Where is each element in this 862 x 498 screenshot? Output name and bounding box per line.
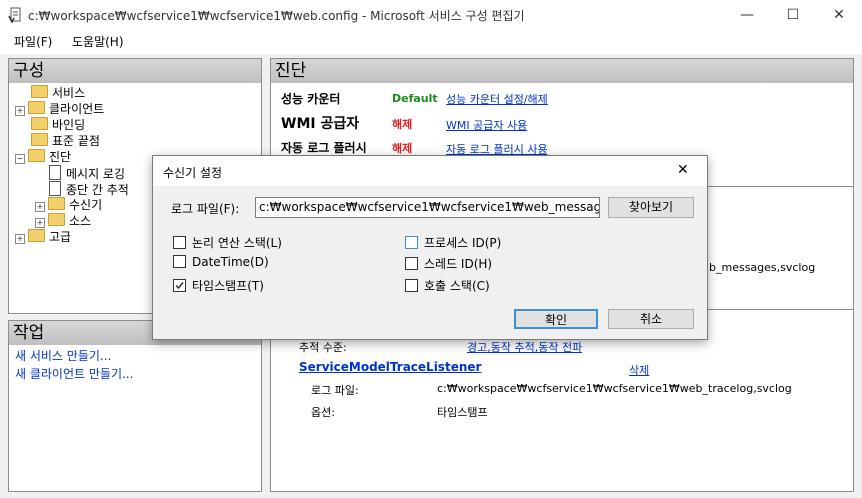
browse-button[interactable]: 찾아보기 — [608, 197, 694, 218]
tree-item-services[interactable]: 서비스 — [15, 85, 129, 101]
option-process-id[interactable]: 프로세스 ID(P) — [405, 234, 501, 251]
listener-name-link[interactable]: ServiceModelTraceListener — [299, 360, 481, 374]
auto-flush-label: 자동 로그 플러시 — [281, 141, 367, 155]
perf-counters-link[interactable]: 성능 카운터 설정/해제 — [446, 91, 548, 107]
checkbox-icon[interactable] — [405, 236, 418, 249]
tasks-panel: 작업 새 서비스 만들기... 새 클라이언트 만들기... — [8, 320, 262, 492]
expand-icon[interactable]: + — [15, 106, 25, 116]
option-thread-id[interactable]: 스레드 ID(H) — [405, 255, 492, 272]
dialog-title: 수신기 설정 — [163, 166, 223, 180]
delete-link[interactable]: 삭제 — [629, 362, 649, 378]
wmi-value: 해제 — [392, 118, 413, 131]
folder-icon — [48, 213, 65, 226]
tree-item-diagnostics[interactable]: − 진단 — [15, 149, 129, 165]
dialog-title-bar: 수신기 설정 ✕ — [153, 156, 707, 186]
log-file-value: c:₩workspace₩wcfservice1₩wcfservice1₩web… — [437, 382, 792, 395]
close-button[interactable]: ✕ — [816, 0, 862, 30]
trace-level-link[interactable]: 경고,동작 추적,동작 전파 — [467, 339, 582, 355]
tree-item-bindings[interactable]: 바인딩 — [15, 117, 129, 133]
perf-counters-value: Default — [392, 92, 438, 105]
trace-level-label: 추적 수준: — [299, 341, 347, 354]
tree-item-sources[interactable]: + 소스 — [15, 213, 129, 229]
options-label: 옵션: — [311, 406, 335, 419]
dialog-close-icon[interactable]: ✕ — [677, 162, 689, 178]
option-timestamp[interactable]: 타임스탬프(T) — [173, 277, 264, 294]
diagnostics-panel-title: 진단 — [271, 59, 853, 83]
checkbox-icon[interactable] — [173, 236, 186, 249]
config-panel-title: 구성 — [9, 59, 261, 83]
new-service-link[interactable]: 새 서비스 만들기... — [15, 347, 133, 365]
expand-icon[interactable]: + — [35, 202, 45, 212]
tree-item-listeners[interactable]: + 수신기 — [15, 197, 129, 213]
dialog-log-file-label: 로그 파일(F): — [171, 202, 240, 216]
log-file-label: 로그 파일: — [311, 384, 359, 397]
title-bar: c:₩workspace₩wcfservice1₩wcfservice1₩web… — [0, 0, 862, 30]
listener-settings-dialog: 수신기 설정 ✕ 로그 파일(F): c:₩workspace₩wcfservi… — [152, 155, 708, 340]
menu-help[interactable]: 도움말(H) — [72, 33, 124, 50]
tree-item-standard-endpoints[interactable]: 표준 끝점 — [15, 133, 129, 149]
options-value: 타임스탬프 — [437, 406, 488, 419]
expand-icon[interactable]: + — [15, 234, 25, 244]
wmi-link[interactable]: WMI 공급자 사용 — [446, 117, 527, 133]
app-icon — [8, 7, 22, 24]
folder-icon — [31, 85, 48, 98]
collapse-icon[interactable]: − — [15, 154, 25, 164]
tree-item-end-to-end-tracing[interactable]: 종단 간 추적 — [15, 181, 129, 197]
option-logical-op-stack[interactable]: 논리 연산 스택(L) — [173, 234, 282, 251]
tasks-list: 새 서비스 만들기... 새 클라이언트 만들기... — [15, 347, 133, 383]
menu-file[interactable]: 파일(F) — [14, 33, 52, 50]
checkbox-icon[interactable] — [405, 257, 418, 270]
log-file-input[interactable]: c:₩workspace₩wcfservice1₩wcfservice1₩web… — [255, 197, 600, 218]
expand-icon[interactable]: + — [35, 218, 45, 228]
config-tree: 서비스 + 클라이언트 바인딩 표준 끝점 − 진단 메시지 로깅 종단 간 추적 … — [15, 85, 129, 245]
messages-path-tail: b_messages,svclog — [709, 261, 816, 274]
folder-icon — [31, 133, 48, 146]
tree-item-message-logging[interactable]: 메시지 로깅 — [15, 165, 129, 181]
window-title: c:₩workspace₩wcfservice1₩wcfservice1₩web… — [28, 9, 525, 23]
menu-bar: 파일(F) 도움말(H) — [0, 30, 862, 54]
new-client-link[interactable]: 새 클라이언트 만들기... — [15, 365, 133, 383]
checkbox-icon[interactable] — [405, 279, 418, 292]
folder-icon — [48, 197, 65, 210]
minimize-button[interactable]: — — [724, 0, 770, 30]
tree-item-advanced[interactable]: + 고급 — [15, 229, 129, 245]
cancel-button[interactable]: 취소 — [608, 309, 694, 329]
auto-flush-value: 해제 — [392, 142, 413, 155]
folder-icon — [28, 101, 45, 114]
folder-icon — [28, 229, 45, 242]
perf-counters-label: 성능 카운터 — [281, 92, 341, 106]
maximize-button[interactable]: ☐ — [770, 0, 816, 30]
checkbox-checked-icon[interactable] — [173, 279, 186, 292]
folder-icon — [31, 117, 48, 130]
document-icon — [49, 181, 61, 196]
document-icon — [49, 165, 61, 180]
wmi-label: WMI 공급자 — [281, 116, 360, 132]
option-call-stack[interactable]: 호출 스택(C) — [405, 277, 490, 294]
ok-button[interactable]: 확인 — [514, 309, 598, 329]
tree-item-clients[interactable]: + 클라이언트 — [15, 101, 129, 117]
option-datetime[interactable]: DateTime(D) — [173, 255, 269, 269]
checkbox-icon[interactable] — [173, 255, 186, 268]
open-folder-icon — [28, 149, 45, 162]
